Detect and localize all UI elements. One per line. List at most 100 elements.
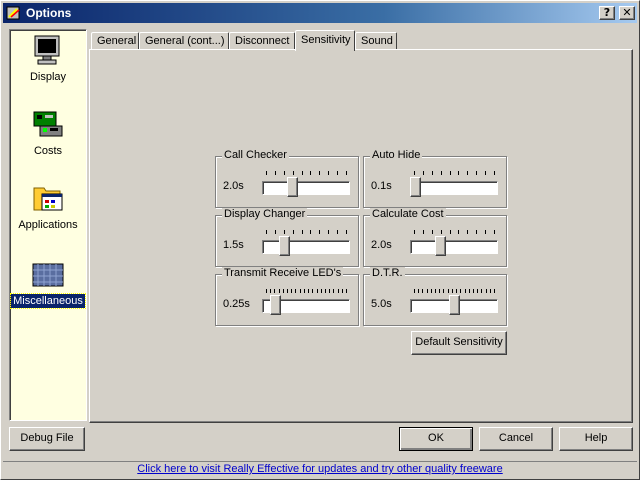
slider-thumb[interactable] — [435, 236, 446, 256]
slider-thumb[interactable] — [279, 236, 290, 256]
group-value: 0.1s — [371, 180, 392, 192]
tab-sensitivity[interactable]: Sensitivity — [295, 30, 355, 51]
dtr-slider[interactable] — [410, 289, 498, 315]
help-title-button[interactable]: ? — [599, 6, 615, 20]
tab-sound[interactable]: Sound — [355, 32, 397, 50]
slider-tick — [346, 171, 347, 175]
group-value: 1.5s — [223, 239, 244, 251]
slider-tick — [337, 230, 338, 234]
slider-thumb[interactable] — [410, 177, 421, 197]
sidebar-item-label: Miscellaneous — [10, 293, 86, 309]
sidebar-item-applications[interactable]: Applications — [10, 182, 86, 232]
slider-tick — [325, 289, 326, 293]
default-sensitivity-button[interactable]: Default Sensitivity — [411, 331, 507, 355]
slider-tick — [342, 289, 343, 293]
close-button[interactable]: ✕ — [619, 6, 635, 20]
slider-tick — [337, 171, 338, 175]
group-title: Transmit Receive LED's — [222, 267, 344, 279]
slider-tick — [490, 289, 491, 293]
misc-icon — [32, 258, 64, 290]
group-value: 0.25s — [223, 298, 250, 310]
slider-tick — [441, 171, 442, 175]
tab-general[interactable]: General — [91, 32, 139, 50]
cancel-button[interactable]: Cancel — [479, 427, 553, 451]
ok-button[interactable]: OK — [399, 427, 473, 451]
slider-tick — [450, 171, 451, 175]
slider-tick — [293, 171, 294, 175]
slider-tick — [494, 171, 495, 175]
debug-file-button[interactable]: Debug File — [9, 427, 85, 451]
slider-tick — [418, 289, 419, 293]
slider-tick — [321, 289, 322, 293]
sidebar-item-label: Display — [29, 71, 67, 83]
tab-disconnect[interactable]: Disconnect — [229, 32, 295, 50]
slider-tick — [439, 289, 440, 293]
group-title: D.T.R. — [370, 267, 405, 279]
slider-tick — [266, 230, 267, 234]
slider-tick — [266, 171, 267, 175]
sidebar-item-costs[interactable]: Costs — [10, 108, 86, 158]
slider-tick — [494, 289, 495, 293]
group-call-checker: Call Checker 2.0s — [215, 149, 359, 208]
slider-tick — [441, 230, 442, 234]
group-title: Call Checker — [222, 149, 289, 161]
call-checker-slider[interactable] — [262, 171, 350, 197]
auto-hide-slider[interactable] — [410, 171, 498, 197]
slider-tick — [432, 230, 433, 234]
slider-tick — [476, 230, 477, 234]
slider-thumb[interactable] — [270, 295, 281, 315]
title-bar: Options ? ✕ — [3, 3, 637, 23]
slider-thumb[interactable] — [449, 295, 460, 315]
slider-tick — [283, 289, 284, 293]
updates-link[interactable]: Click here to visit Really Effective for… — [3, 461, 637, 477]
slider-tick — [293, 230, 294, 234]
slider-tick — [319, 230, 320, 234]
slider-tick — [279, 289, 280, 293]
options-window: Options ? ✕ Display Costs Applications M… — [0, 0, 640, 480]
slider-tick — [302, 171, 303, 175]
slider-tick — [456, 289, 457, 293]
sidebar-item-display[interactable]: Display — [10, 34, 86, 84]
slider-tick — [310, 171, 311, 175]
group-value: 5.0s — [371, 298, 392, 310]
slider-track — [262, 181, 350, 195]
slider-tick — [485, 230, 486, 234]
slider-tick — [473, 289, 474, 293]
slider-tick — [284, 230, 285, 234]
window-title: Options — [26, 6, 72, 20]
calculate-cost-slider[interactable] — [410, 230, 498, 256]
slider-tick — [300, 289, 301, 293]
group-auto-hide: Auto Hide 0.1s — [363, 149, 507, 208]
sidebar-item-label: Applications — [18, 219, 78, 231]
group-title: Calculate Cost — [370, 208, 446, 220]
slider-tick — [467, 230, 468, 234]
slider-ticks — [266, 230, 347, 235]
slider-tick — [485, 171, 486, 175]
sidebar-item-miscellaneous[interactable]: Miscellaneous — [10, 258, 86, 309]
slider-tick — [423, 171, 424, 175]
slider-tick — [460, 289, 461, 293]
group-transmit-receive-leds: Transmit Receive LED's 0.25s — [215, 267, 359, 326]
help-button[interactable]: Help — [559, 427, 633, 451]
slider-tick — [274, 289, 275, 293]
tab-general-cont[interactable]: General (cont...) — [139, 32, 229, 50]
slider-thumb[interactable] — [287, 177, 298, 197]
group-value: 2.0s — [223, 180, 244, 192]
slider-tick — [448, 289, 449, 293]
sensitivity-panel: Call Checker 2.0s Auto Hide 0.1s Display… — [89, 49, 633, 423]
slider-ticks — [414, 230, 495, 235]
slider-tick — [329, 289, 330, 293]
transmit-receive-slider[interactable] — [262, 289, 350, 315]
slider-tick — [494, 230, 495, 234]
group-value: 2.0s — [371, 239, 392, 251]
slider-track — [262, 240, 350, 254]
slider-ticks — [414, 289, 495, 294]
display-changer-slider[interactable] — [262, 230, 350, 256]
slider-tick — [467, 171, 468, 175]
slider-tick — [481, 289, 482, 293]
group-calculate-cost: Calculate Cost 2.0s — [363, 208, 507, 267]
group-display-changer: Display Changer 1.5s — [215, 208, 359, 267]
slider-tick — [304, 289, 305, 293]
group-title: Display Changer — [222, 208, 308, 220]
slider-tick — [465, 289, 466, 293]
